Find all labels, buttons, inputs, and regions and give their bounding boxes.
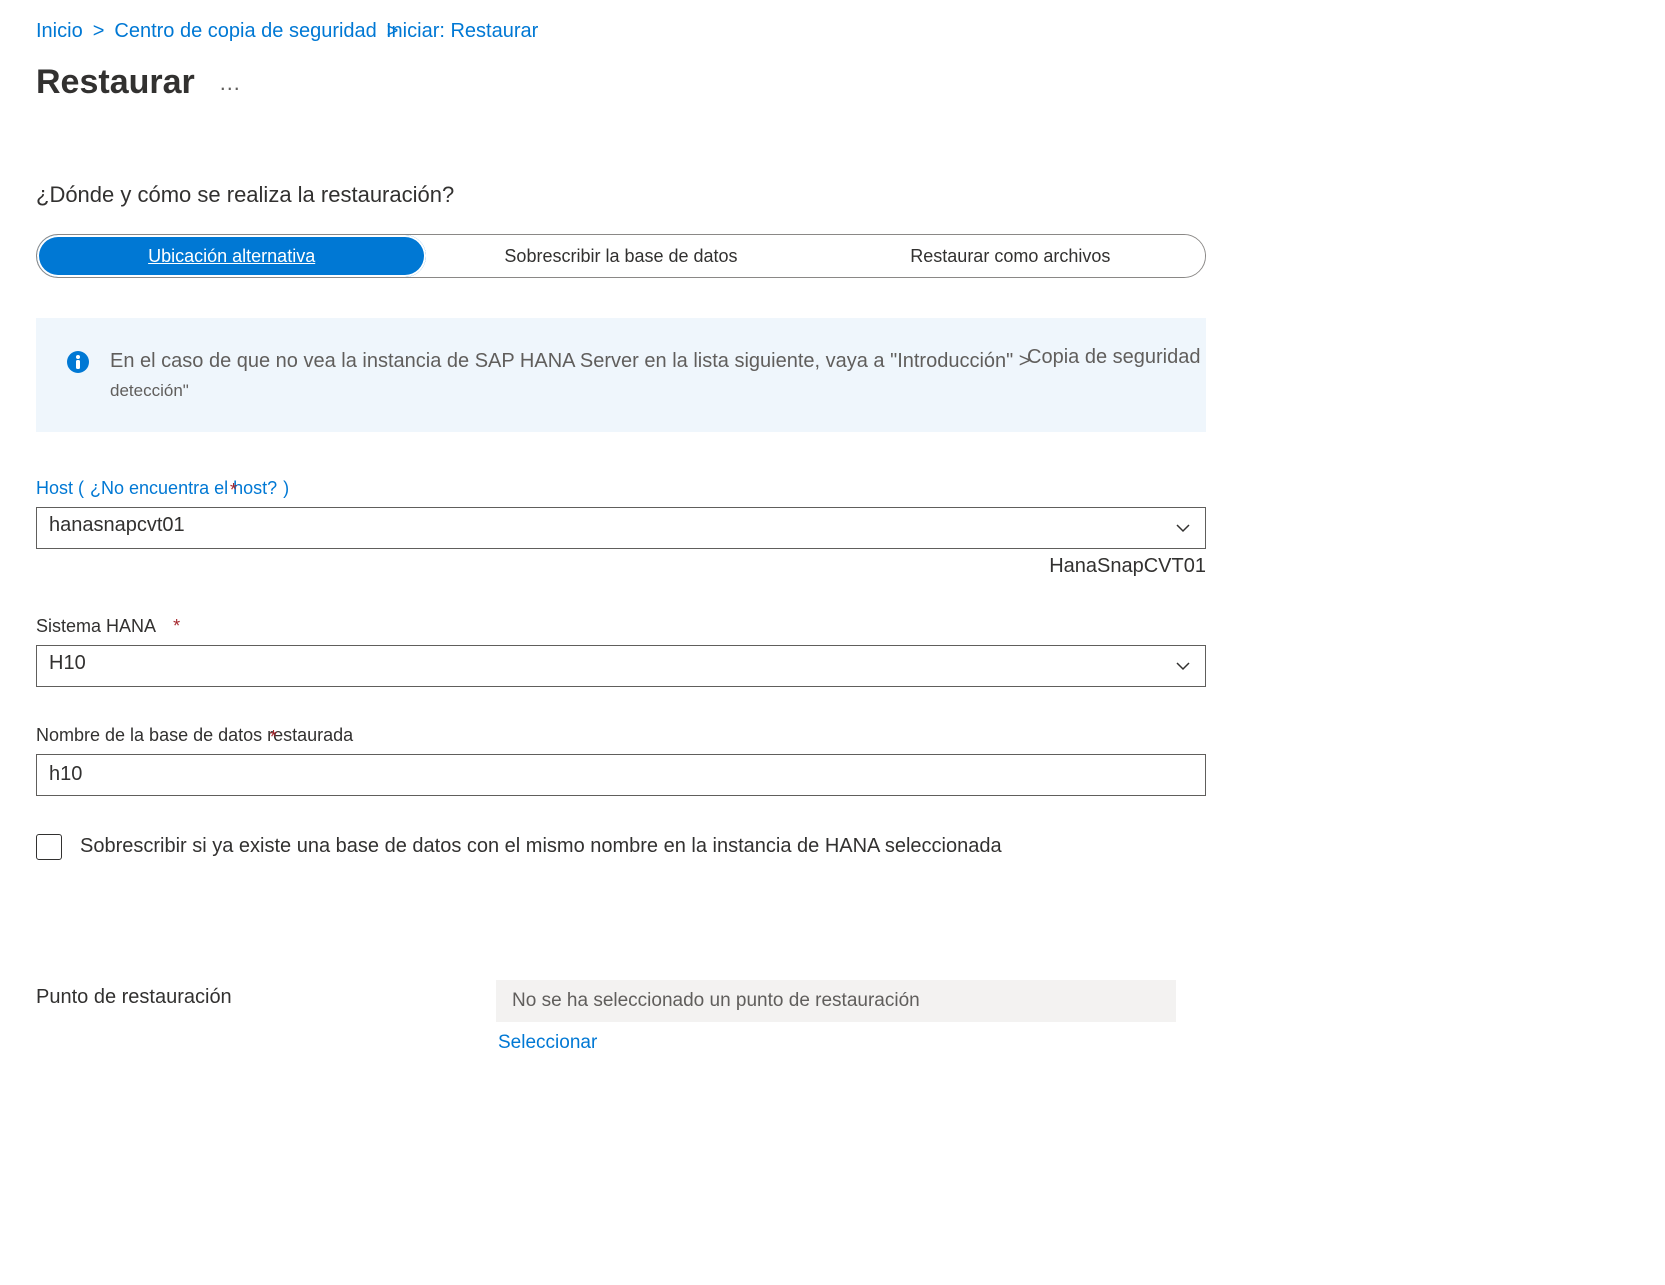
page-title-row: Restaurar … [36, 63, 1629, 102]
db-name-label: Nombre de la base de datos restaurada * [36, 725, 1206, 746]
overwrite-checkbox-row: Sobrescribir si ya existe una base de da… [36, 834, 1629, 860]
breadcrumb-home[interactable]: Inicio [36, 20, 83, 43]
host-label-prefix: Host ( [36, 478, 84, 499]
restore-point-select-link[interactable]: Seleccionar [496, 1032, 1206, 1054]
seg-alternative-location[interactable]: Ubicación alternativa [37, 235, 426, 277]
breadcrumb-restore[interactable]: Iniciar: Restaurar [386, 20, 538, 43]
host-label-suffix: ) [283, 478, 289, 499]
host-select-wrap: hanasnapcvt01 [36, 507, 1206, 549]
info-icon-svg [66, 350, 90, 374]
host-label: Host ( ¿No encuentra el host? * ) [36, 478, 1206, 499]
seg-overwrite-db[interactable]: Sobrescribir la base de datos [426, 235, 815, 277]
host-selected-hint: HanaSnapCVT01 [36, 555, 1206, 578]
breadcrumb-sep: > [93, 20, 105, 43]
overwrite-checkbox-label: Sobrescribir si ya existe una base de da… [80, 835, 1002, 858]
db-name-required-marker: * [270, 727, 277, 748]
restore-location-segmented: Ubicación alternativa Sobrescribir la ba… [36, 234, 1206, 278]
db-name-label-text: Nombre de la base de datos restaurada [36, 725, 353, 746]
field-db-name: Nombre de la base de datos restaurada * [36, 725, 1206, 796]
hana-system-required-marker: * [173, 616, 180, 637]
seg-alternative-location-label: Ubicación alternativa [148, 246, 315, 267]
info-line2: detección" [110, 378, 1031, 404]
breadcrumb-backup-center[interactable]: Centro de copia de seguridad [114, 20, 376, 43]
field-hana-system: Sistema HANA * H10 [36, 616, 1206, 687]
restore-point-row: Punto de restauración No se ha seleccion… [36, 980, 1206, 1054]
info-icon [66, 350, 90, 374]
seg-restore-as-files-label: Restaurar como archivos [910, 246, 1110, 267]
page-root: Inicio > Centro de copia de seguridad > … [0, 0, 1665, 1074]
db-name-input[interactable] [36, 754, 1206, 796]
host-help-link-text: ¿No encuentra el host? [90, 478, 277, 498]
restore-point-value-col: No se ha seleccionado un punto de restau… [496, 980, 1206, 1054]
host-select[interactable]: hanasnapcvt01 [36, 507, 1206, 549]
hana-system-select[interactable]: H10 [36, 645, 1206, 687]
info-overlap-right: Copia de seguridad [1027, 342, 1200, 372]
overwrite-checkbox[interactable] [36, 834, 62, 860]
restore-point-label: Punto de restauración [36, 980, 466, 1009]
field-host: Host ( ¿No encuentra el host? * ) hanasn… [36, 478, 1206, 578]
hana-system-label: Sistema HANA * [36, 616, 1206, 637]
seg-overwrite-db-label: Sobrescribir la base de datos [504, 246, 737, 267]
page-title: Restaurar [36, 63, 195, 102]
host-required-marker: * [230, 480, 237, 501]
info-line1: En el caso de que no vea la instancia de… [110, 350, 1031, 372]
restore-point-readonly: No se ha seleccionado un punto de restau… [496, 980, 1176, 1022]
section-heading: ¿Dónde y cómo se realiza la restauración… [36, 182, 1629, 208]
host-help-link[interactable]: ¿No encuentra el host? * [90, 478, 277, 499]
hana-system-select-wrap: H10 [36, 645, 1206, 687]
more-actions[interactable]: … [219, 70, 243, 96]
info-box: En el caso de que no vea la instancia de… [36, 318, 1206, 432]
info-text: En el caso de que no vea la instancia de… [110, 346, 1031, 404]
breadcrumb: Inicio > Centro de copia de seguridad > … [36, 20, 1629, 43]
seg-restore-as-files[interactable]: Restaurar como archivos [816, 235, 1205, 277]
hana-system-label-text: Sistema HANA [36, 616, 156, 637]
